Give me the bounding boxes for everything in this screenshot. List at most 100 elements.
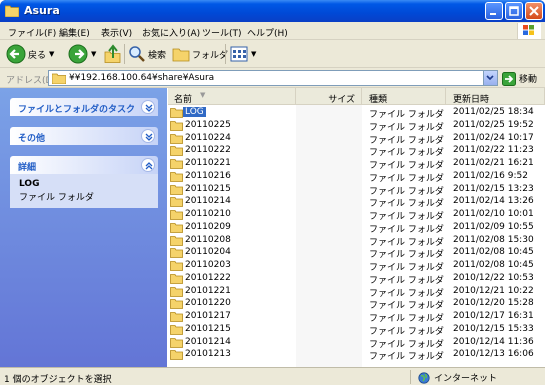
file-row[interactable]: 20110222 ファイル フォルダ 2011/02/22 11:23 bbox=[168, 144, 545, 158]
file-name: 20101215 bbox=[185, 323, 231, 334]
folder-icon bbox=[170, 197, 183, 208]
search-icon bbox=[129, 46, 145, 62]
column-header-date[interactable]: 更新日時 bbox=[446, 88, 545, 105]
folders-button[interactable]: フォルダ bbox=[172, 43, 228, 65]
file-folder-tasks-header[interactable]: ファイルとフォルダのタスク bbox=[10, 98, 158, 116]
address-dropdown-button[interactable] bbox=[483, 71, 497, 85]
explorer-window: Asura ファイル(F) 編集(E) 表示(V) お気に入り(A) ツール(T… bbox=[0, 0, 545, 385]
sort-arrow-icon: ▼ bbox=[200, 91, 206, 99]
file-date: 2011/02/25 19:52 bbox=[453, 119, 534, 130]
view-button[interactable]: ▼ bbox=[230, 43, 256, 65]
back-arrow-icon bbox=[6, 44, 26, 64]
file-row[interactable]: 20110204 ファイル フォルダ 2011/02/08 10:45 bbox=[168, 246, 545, 260]
folder-icon bbox=[170, 108, 183, 118]
file-row[interactable]: 20110215 ファイル フォルダ 2011/02/15 13:23 bbox=[168, 183, 545, 197]
file-row[interactable]: 20110216 ファイル フォルダ 2011/02/16 9:52 bbox=[168, 170, 545, 184]
file-date: 2011/02/14 13:26 bbox=[453, 196, 534, 207]
file-list: 名前 ▼ サイズ 種類 更新日時 LOG ファイル フォルダ 2011/02/25 … bbox=[168, 88, 545, 367]
search-button[interactable]: 検索 bbox=[128, 43, 166, 65]
folder-icon bbox=[170, 299, 183, 310]
column-header-size[interactable]: サイズ bbox=[296, 88, 362, 105]
file-row[interactable]: 20110221 ファイル フォルダ 2011/02/21 16:21 bbox=[168, 157, 545, 171]
file-date: 2011/02/08 10:45 bbox=[453, 260, 534, 270]
go-arrow-icon bbox=[502, 71, 516, 86]
file-date: 2010/12/17 16:31 bbox=[453, 311, 534, 321]
file-row[interactable]: 20101215 ファイル フォルダ 2010/12/15 15:33 bbox=[168, 323, 545, 337]
file-date: 2011/02/21 16:21 bbox=[453, 158, 534, 168]
back-dropdown-icon[interactable]: ▼ bbox=[49, 50, 54, 58]
file-name: 20110210 bbox=[185, 209, 231, 219]
forward-dropdown-icon[interactable]: ▼ bbox=[91, 50, 96, 58]
folder-icon bbox=[170, 261, 183, 271]
details-panel: LOG ファイル フォルダ bbox=[10, 174, 158, 208]
file-row[interactable]: 20110209 ファイル フォルダ 2011/02/09 10:55 bbox=[168, 221, 545, 235]
status-bar: 1 個のオブジェクトを選択 インターネット bbox=[0, 367, 545, 385]
menu-edit[interactable]: 編集(E) bbox=[59, 26, 90, 39]
file-date: 2011/02/22 11:23 bbox=[453, 145, 534, 156]
file-row[interactable]: 20110224 ファイル フォルダ 2011/02/24 10:17 bbox=[168, 132, 545, 146]
minimize-button[interactable] bbox=[485, 2, 503, 20]
file-date: 2011/02/09 10:55 bbox=[453, 221, 534, 232]
menu-favorites[interactable]: お気に入り(A) bbox=[142, 26, 200, 39]
menu-file[interactable]: ファイル(F) bbox=[8, 26, 56, 39]
menu-view[interactable]: 表示(V) bbox=[101, 26, 132, 39]
file-row[interactable]: LOG ファイル フォルダ 2011/02/25 18:34 bbox=[168, 106, 545, 120]
file-name: 20110203 bbox=[185, 260, 231, 270]
file-row[interactable]: 20101222 ファイル フォルダ 2010/12/22 10:53 bbox=[168, 272, 545, 286]
forward-button[interactable]: ▼ bbox=[68, 43, 96, 65]
file-date: 2010/12/13 16:06 bbox=[453, 349, 534, 360]
folder-icon bbox=[52, 73, 66, 84]
file-row[interactable]: 20110203 ファイル フォルダ 2011/02/08 10:45 bbox=[168, 259, 545, 273]
file-date: 2010/12/20 15:28 bbox=[453, 298, 534, 309]
menu-tools[interactable]: ツール(T) bbox=[202, 26, 242, 39]
folder-icon bbox=[170, 337, 183, 348]
file-name: 20110222 bbox=[185, 145, 231, 156]
file-type: ファイル フォルダ bbox=[369, 352, 444, 363]
title-bar[interactable]: Asura bbox=[0, 0, 545, 22]
folder-icon bbox=[170, 248, 183, 259]
chevron-down-icon bbox=[486, 75, 494, 81]
address-input[interactable]: ¥¥192.168.100.64¥share¥Asura bbox=[48, 70, 498, 86]
file-row[interactable]: 20101221 ファイル フォルダ 2010/12/21 10:22 bbox=[168, 285, 545, 299]
close-button[interactable] bbox=[525, 2, 543, 20]
window-title: Asura bbox=[24, 4, 60, 17]
file-name: 20110204 bbox=[185, 247, 231, 258]
maximize-button[interactable] bbox=[505, 2, 523, 20]
file-date: 2011/02/08 10:45 bbox=[453, 247, 534, 258]
file-name: LOG bbox=[183, 107, 206, 117]
file-row[interactable]: 20110225 ファイル フォルダ 2011/02/25 19:52 bbox=[168, 119, 545, 133]
file-row[interactable]: 20101220 ファイル フォルダ 2010/12/20 15:28 bbox=[168, 297, 545, 311]
file-name: 20110224 bbox=[185, 132, 231, 143]
up-folder-button[interactable] bbox=[104, 43, 122, 65]
details-header[interactable]: 詳細 bbox=[10, 156, 158, 174]
view-dropdown-icon[interactable]: ▼ bbox=[251, 50, 256, 58]
collapse-chevron-icon[interactable] bbox=[141, 158, 155, 172]
up-folder-icon bbox=[104, 44, 121, 63]
file-date: 2011/02/25 18:34 bbox=[453, 107, 534, 117]
minimize-icon bbox=[490, 13, 496, 15]
column-header-name[interactable]: 名前 ▼ bbox=[168, 88, 296, 105]
go-button[interactable]: 移動 bbox=[502, 71, 542, 86]
folder-icon bbox=[170, 324, 183, 335]
menu-help[interactable]: ヘルプ(H) bbox=[247, 26, 288, 39]
file-row[interactable]: 20110210 ファイル フォルダ 2011/02/10 10:01 bbox=[168, 208, 545, 222]
file-name: 20101217 bbox=[185, 311, 231, 321]
file-name: 20101222 bbox=[185, 272, 231, 283]
back-button[interactable]: 戻る ▼ bbox=[6, 43, 54, 65]
folder-icon bbox=[170, 273, 183, 284]
other-places-header[interactable]: その他 bbox=[10, 127, 158, 145]
file-date: 2011/02/24 10:17 bbox=[453, 132, 534, 143]
file-row[interactable]: 20101213 ファイル フォルダ 2010/12/13 16:06 bbox=[168, 348, 545, 363]
folders-icon bbox=[172, 48, 190, 62]
column-header-type[interactable]: 種類 bbox=[362, 88, 446, 105]
file-row[interactable]: 20101217 ファイル フォルダ 2010/12/17 16:31 bbox=[168, 310, 545, 324]
file-name: 20110208 bbox=[185, 234, 231, 245]
file-date: 2011/02/15 13:23 bbox=[453, 183, 534, 194]
expand-chevron-icon[interactable] bbox=[141, 129, 155, 143]
file-row[interactable]: 20110208 ファイル フォルダ 2011/02/08 15:30 bbox=[168, 234, 545, 248]
expand-chevron-icon[interactable] bbox=[141, 100, 155, 114]
file-date: 2010/12/15 15:33 bbox=[453, 323, 534, 334]
file-row[interactable]: 20110214 ファイル フォルダ 2011/02/14 13:26 bbox=[168, 195, 545, 209]
file-row[interactable]: 20101214 ファイル フォルダ 2010/12/14 11:36 bbox=[168, 336, 545, 350]
details-name: LOG bbox=[19, 179, 40, 189]
